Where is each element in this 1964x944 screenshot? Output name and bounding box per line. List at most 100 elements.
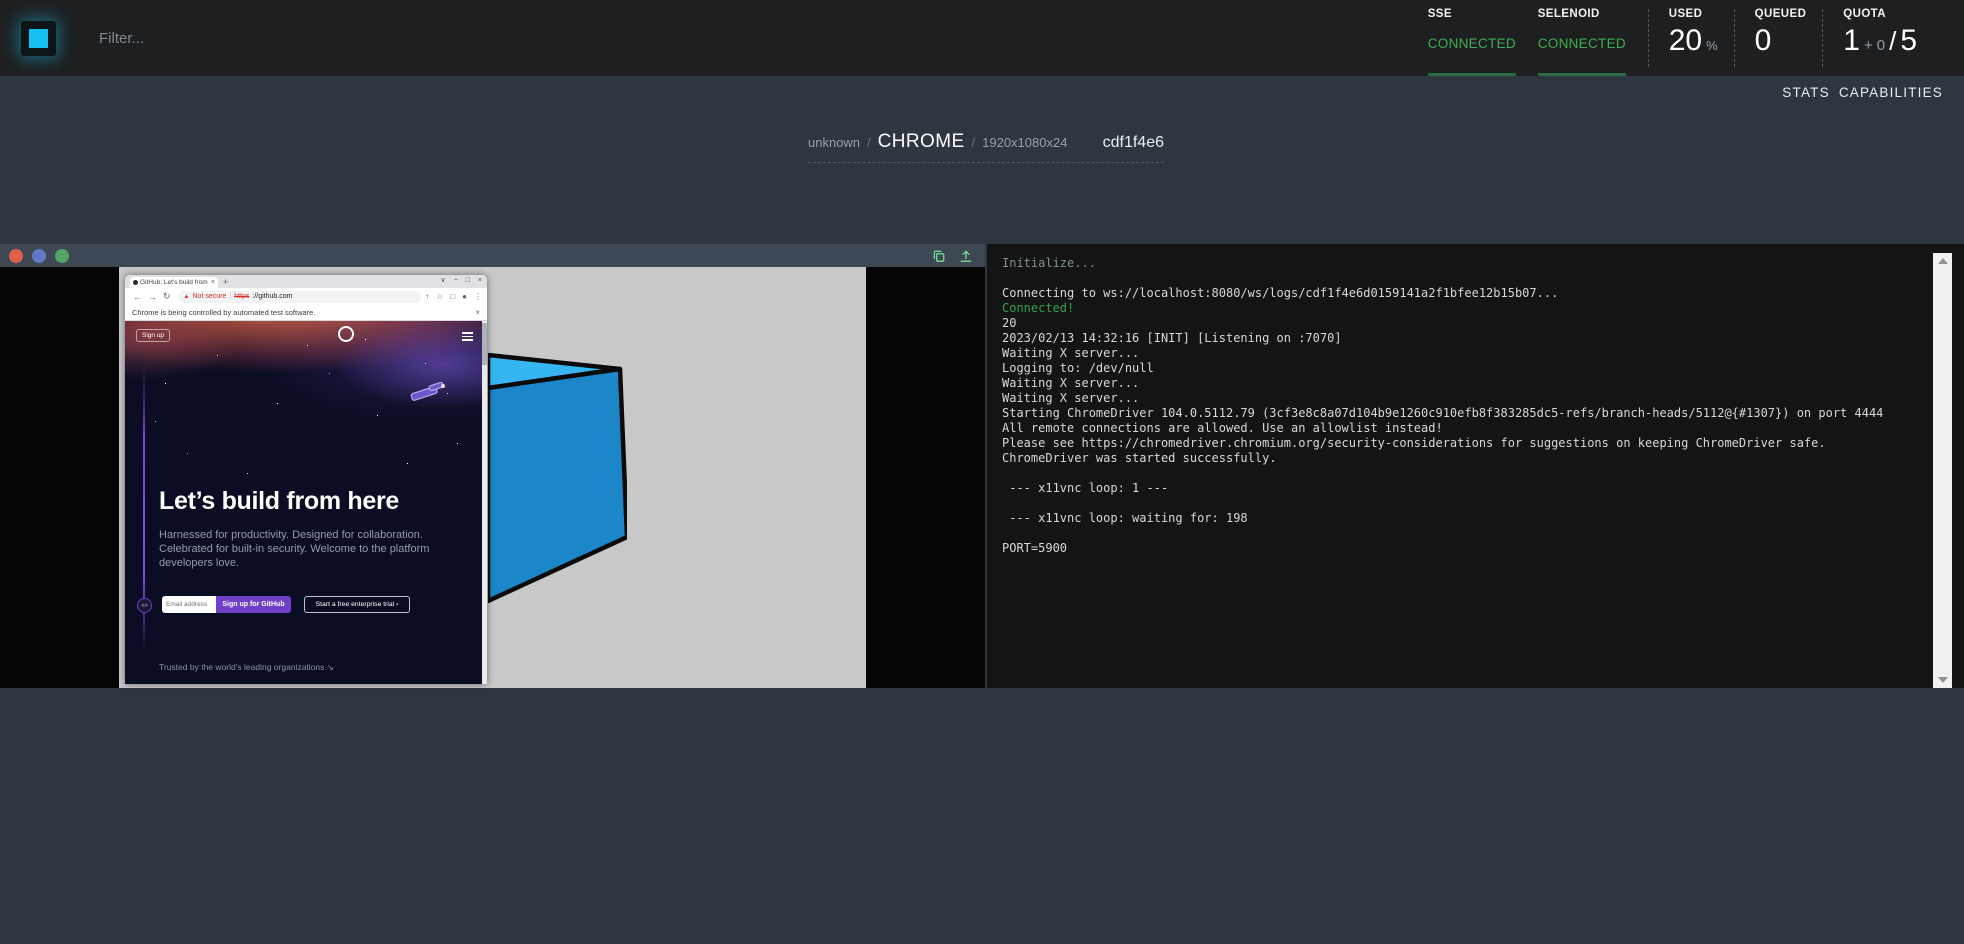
session-detail-panels: GitHub: Let's build from he × + ∨ − □ × …: [0, 244, 1964, 688]
quota-plus: +: [1864, 37, 1873, 54]
github-hero-title: Let’s build from here: [159, 487, 399, 516]
address-bar[interactable]: ▲ Not secure | https ://github.com: [178, 291, 422, 303]
upload-icon[interactable]: [959, 249, 973, 263]
enterprise-trial-button[interactable]: Start a free enterprise trial ›: [304, 596, 410, 613]
window-maximize-icon[interactable]: □: [466, 277, 470, 284]
spaceship-illustration: [407, 376, 451, 412]
log-line: 2023/02/13 14:32:16 [INIT] [Listening on…: [1002, 331, 1930, 346]
session-log[interactable]: Initialize... Connecting to ws://localhos…: [1002, 256, 1930, 684]
log-line: --- x11vnc loop: waiting for: 198: [1002, 511, 1930, 526]
log-line: Please see https://chromedriver.chromium…: [1002, 436, 1930, 451]
vnc-panel: GitHub: Let's build from he × + ∨ − □ × …: [0, 244, 985, 688]
log-line: Waiting X server...: [1002, 376, 1930, 391]
github-footer-text: Trusted by the world’s leading organizat…: [159, 662, 334, 673]
log-line: --- x11vnc loop: 1 ---: [1002, 481, 1930, 496]
security-warning-icon: ▲: [184, 294, 190, 300]
queued-label: QUEUED: [1755, 8, 1807, 20]
log-line: Connecting to ws://localhost:8080/ws/log…: [1002, 286, 1930, 301]
quota-status: QUOTA 1 + 0 / 5: [1823, 0, 1933, 76]
log-line: [1002, 496, 1930, 511]
github-hero-subtitle: Harnessed for productivity. Designed for…: [159, 528, 429, 570]
copy-icon[interactable]: [932, 249, 946, 263]
github-nav-signup-button[interactable]: Sign up: [136, 329, 170, 342]
automation-infobar: Chrome is being controlled by automated …: [125, 305, 487, 321]
session-row[interactable]: unknown / CHROME / 1920x1080x24 cdf1f4e6: [808, 131, 1164, 163]
logo-square: [29, 29, 48, 48]
remote-browser-window[interactable]: GitHub: Let's build from he × + ∨ − □ × …: [125, 275, 487, 684]
used-value: 20: [1669, 24, 1702, 58]
log-line: [1002, 526, 1930, 541]
queued-value: 0: [1755, 24, 1772, 58]
nav-stats-link[interactable]: STATS: [1782, 85, 1830, 100]
filter-input[interactable]: [97, 29, 421, 48]
scroll-up-icon[interactable]: [1938, 258, 1948, 264]
log-line: [1002, 271, 1930, 286]
back-icon[interactable]: ←: [133, 292, 142, 302]
log-line: Waiting X server...: [1002, 346, 1930, 361]
page-scrollbar-thumb[interactable]: [482, 323, 487, 365]
browser-tab-strip: GitHub: Let's build from he × + ∨ − □ ×: [125, 275, 487, 288]
not-secure-label: Not secure: [193, 293, 227, 300]
session-separator: /: [972, 135, 976, 150]
subnav: STATS CAPABILITIES: [1782, 76, 1964, 108]
used-unit: %: [1706, 38, 1718, 53]
app-header: SSE CONNECTED SELENOID CONNECTED USED 20…: [0, 0, 1964, 76]
window-minimize-icon[interactable]: −: [454, 277, 458, 284]
app-logo-icon[interactable]: [21, 21, 56, 56]
bookmark-star-icon[interactable]: ☆: [436, 292, 443, 301]
selenoid-label: SELENOID: [1538, 8, 1626, 20]
github-favicon: [133, 280, 138, 285]
log-line: ChromeDriver was started successfully.: [1002, 451, 1930, 466]
status-bar: SSE CONNECTED SELENOID CONNECTED USED 20…: [1428, 0, 1933, 76]
new-tab-button[interactable]: +: [223, 278, 228, 287]
quota-slash: /: [1889, 26, 1896, 57]
window-menu-icon[interactable]: ∨: [440, 277, 445, 284]
session-separator: /: [867, 135, 871, 150]
log-line: Starting ChromeDriver 104.0.5112.79 (3cf…: [1002, 406, 1930, 421]
log-line: PORT=5900: [1002, 541, 1930, 556]
session-id: cdf1f4e6: [1103, 134, 1164, 152]
nav-capabilities-link[interactable]: CAPABILITIES: [1839, 85, 1943, 100]
queued-status: QUEUED 0: [1735, 0, 1823, 76]
forward-icon[interactable]: →: [148, 292, 157, 302]
session-manufacturer: unknown: [808, 135, 860, 150]
green-dot-icon: [55, 249, 69, 263]
tab-title: GitHub: Let's build from he: [140, 279, 209, 286]
tab-close-icon[interactable]: ×: [211, 279, 215, 286]
sse-status: SSE CONNECTED: [1428, 0, 1516, 76]
vnc-toolbar: [0, 244, 985, 267]
sse-value: CONNECTED: [1428, 36, 1516, 51]
hamburger-menu-icon[interactable]: [462, 332, 473, 341]
infobar-close-icon[interactable]: ×: [475, 309, 480, 317]
email-field[interactable]: Email address: [162, 596, 216, 613]
vnc-letterbox: GitHub: Let's build from he × + ∨ − □ × …: [0, 267, 985, 688]
browser-tab[interactable]: GitHub: Let's build from he ×: [130, 277, 218, 288]
github-page: Sign up Let’s build from here Harnessed …: [125, 321, 487, 684]
scroll-down-icon[interactable]: [1938, 677, 1948, 683]
quota-label: QUOTA: [1843, 8, 1917, 20]
log-line: Waiting X server...: [1002, 391, 1930, 406]
session-resolution: 1920x1080x24: [982, 135, 1067, 150]
share-icon[interactable]: ↑: [425, 292, 429, 301]
profile-icon[interactable]: ●: [462, 292, 467, 301]
reload-icon[interactable]: ↻: [163, 291, 171, 302]
github-signup-button[interactable]: Sign up for GitHub: [216, 596, 291, 613]
selenoid-status: SELENOID CONNECTED: [1538, 0, 1626, 76]
log-line: Logging to: /dev/null: [1002, 361, 1930, 376]
address-divider: |: [229, 293, 231, 300]
used-label: USED: [1669, 8, 1718, 20]
blue-cube-graphic: [488, 353, 627, 603]
selenoid-connected-indicator: [1538, 73, 1626, 76]
url-scheme: https: [234, 293, 249, 300]
log-scrollbar[interactable]: [1933, 253, 1952, 688]
log-line: 20: [1002, 316, 1930, 331]
window-close-icon[interactable]: ×: [478, 277, 482, 284]
vnc-screen[interactable]: GitHub: Let's build from he × + ∨ − □ × …: [119, 267, 866, 688]
page-scrollbar[interactable]: [482, 321, 487, 684]
browser-menu-icon[interactable]: ⋮: [474, 292, 482, 301]
log-line: Connected!: [1002, 301, 1930, 316]
github-logo-icon[interactable]: [338, 326, 354, 342]
reader-mode-icon[interactable]: □: [450, 292, 455, 301]
session-browser-name: CHROME: [878, 131, 965, 153]
log-line: Initialize...: [1002, 256, 1930, 271]
